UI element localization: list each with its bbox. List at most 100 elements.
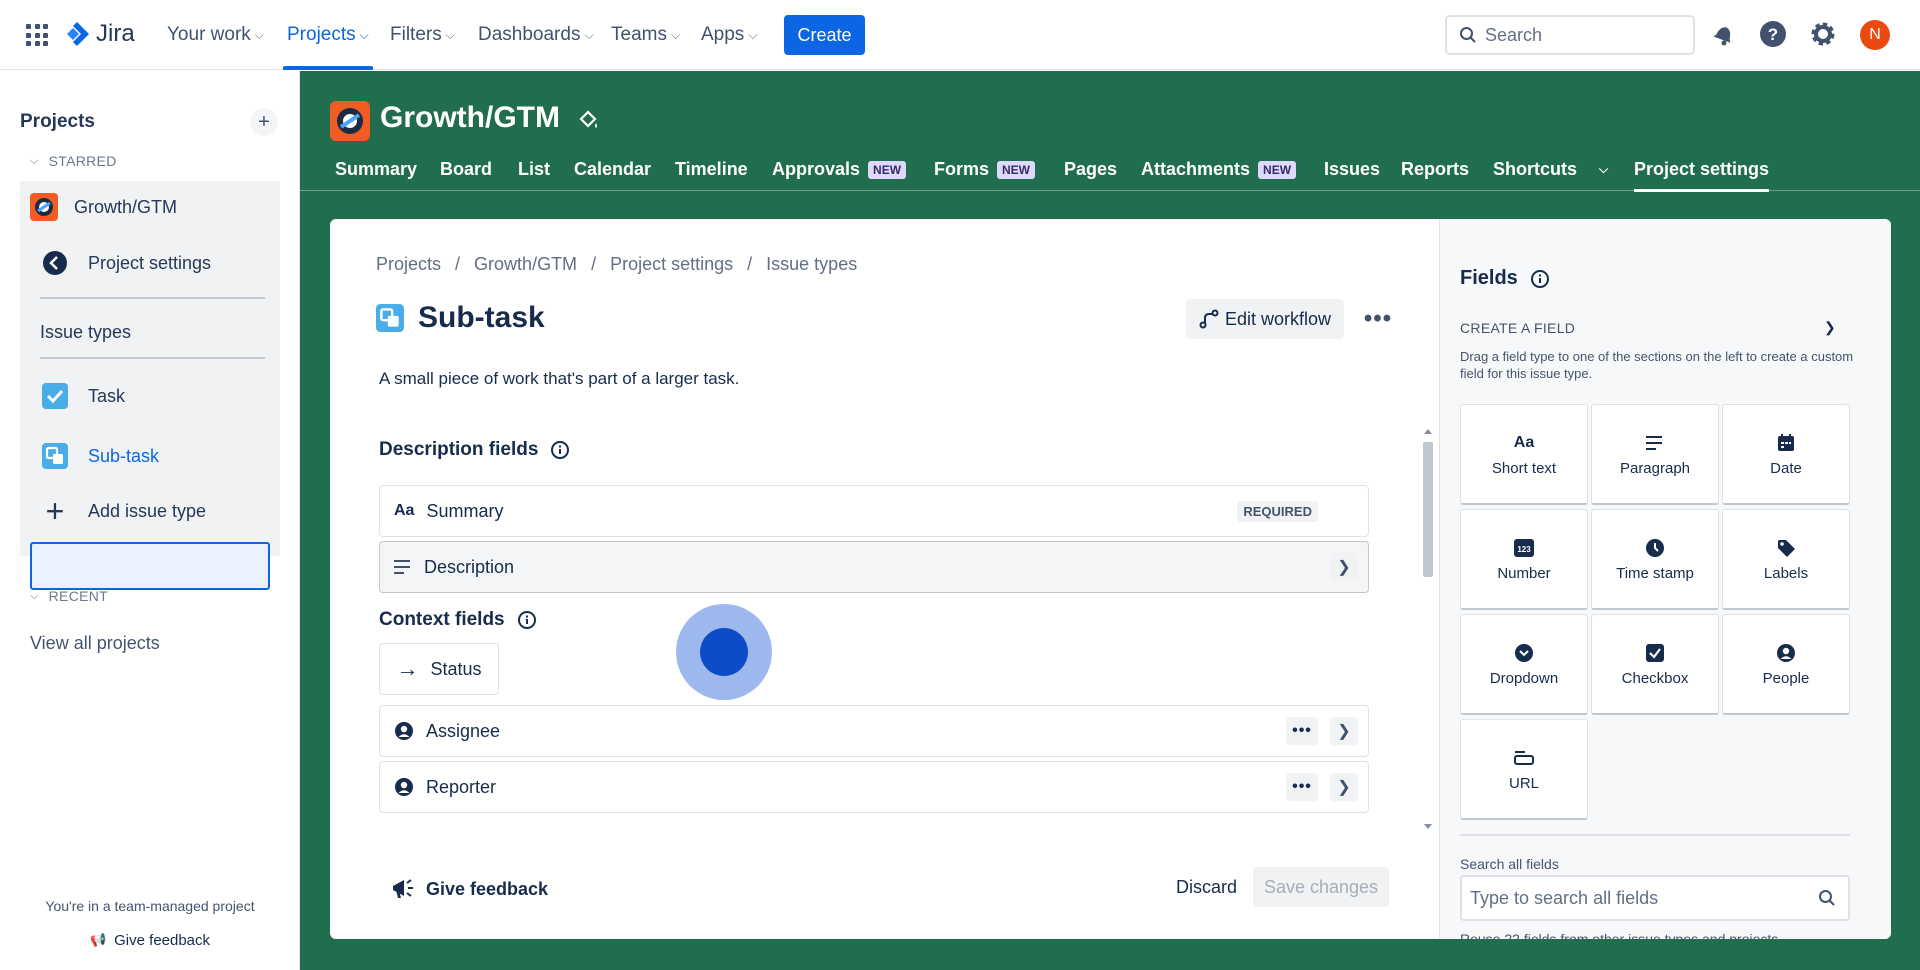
tab-shortcuts[interactable]: Shortcuts ⌵ [1493, 159, 1608, 180]
issue-type-description[interactable]: A small piece of work that's part of a l… [379, 369, 739, 389]
give-feedback-button[interactable]: Give feedback [390, 877, 548, 901]
nav-teams[interactable]: Teams ⌵ [611, 0, 680, 70]
more-actions-button[interactable]: ••• [1358, 299, 1398, 339]
notifications-icon[interactable] [1710, 20, 1738, 48]
field-more-button[interactable]: ••• [1286, 773, 1318, 801]
recent-section-header[interactable]: ⌵ RECENT [30, 588, 108, 604]
field-type-checkbox[interactable]: Checkbox [1591, 614, 1719, 715]
tab-attachments[interactable]: Attachments NEW [1141, 159, 1297, 180]
tab-calendar[interactable]: Calendar [574, 159, 651, 180]
paint-bucket-icon[interactable] [576, 109, 600, 133]
expand-chevron-button[interactable]: ❯ [1330, 717, 1358, 745]
breadcrumb-projects[interactable]: Projects [376, 254, 441, 275]
subtask-icon [376, 304, 404, 332]
breadcrumb-separator: / [455, 254, 461, 274]
sidebar-item-sub-task-content[interactable]: Sub-task [20, 432, 280, 480]
sidebar-item-sub-task[interactable] [30, 542, 270, 590]
nav-filters[interactable]: Filters ⌵ [390, 0, 455, 70]
field-type-short-text[interactable]: Aa Short text [1460, 404, 1588, 505]
breadcrumb-growth-gtm[interactable]: Growth/GTM [474, 254, 577, 275]
add-issue-type-label: Add issue type [88, 500, 207, 521]
nav-projects[interactable]: Projects ⌵ [283, 0, 373, 70]
reuse-fields-text: Reuse 22 fields from other issue types a… [1460, 931, 1779, 939]
tab-summary-label: Summary [335, 159, 418, 179]
field-type-label: Time stamp [1616, 564, 1694, 582]
search-placeholder: Search [1485, 24, 1543, 45]
discard-button[interactable]: Discard [1176, 877, 1237, 898]
field-more-button[interactable]: ••• [1286, 717, 1318, 745]
info-icon[interactable] [1530, 269, 1550, 289]
top-navigation: Jira Your work ⌵ Projects ⌵ Filters ⌵ Dashb… [0, 0, 1920, 70]
add-issue-type-button[interactable]: + Add issue type [20, 487, 280, 535]
field-type-date[interactable]: Date [1722, 404, 1850, 505]
expand-chevron-button[interactable]: ❯ [1330, 553, 1358, 581]
chevron-right-icon: ❯ [1337, 779, 1351, 796]
page-title[interactable]: Sub-task [418, 301, 545, 335]
tab-summary[interactable]: Summary [335, 159, 417, 180]
sidebar-item-task[interactable]: Task [20, 372, 280, 420]
field-status[interactable]: → Status [379, 643, 499, 695]
breadcrumb-project-settings[interactable]: Project settings [610, 254, 733, 275]
sidebar-subtask-label: Sub-task [88, 445, 160, 466]
info-icon[interactable] [550, 440, 570, 460]
tab-reports[interactable]: Reports [1401, 159, 1469, 180]
chevron-down-icon: ⌵ [30, 589, 39, 602]
create-a-field-heading[interactable]: CREATE A FIELD [1460, 320, 1575, 336]
tab-issues[interactable]: Issues [1324, 159, 1380, 180]
sidebar-item-growth-gtm[interactable]: Growth/GTM [20, 189, 280, 225]
expand-chevron-button[interactable]: ❯ [1330, 773, 1358, 801]
save-changes-button[interactable]: Save changes [1253, 867, 1389, 907]
field-type-paragraph[interactable]: Paragraph [1591, 404, 1719, 505]
tab-pages[interactable]: Pages [1064, 159, 1117, 180]
help-icon[interactable]: ? [1759, 20, 1787, 48]
field-type-people[interactable]: People [1722, 614, 1850, 715]
tab-forms-label: Forms [934, 159, 990, 179]
chevron-down-icon: ⌵ [445, 27, 455, 42]
nav-projects-label: Projects [287, 24, 356, 45]
jira-logo[interactable]: Jira [64, 20, 135, 48]
sidebar-give-feedback[interactable]: 📢 Give feedback [0, 932, 300, 949]
give-feedback-label: Give feedback [426, 878, 549, 899]
view-all-projects-link[interactable]: View all projects [30, 633, 160, 654]
nav-dashboards[interactable]: Dashboards ⌵ [478, 0, 594, 70]
sidebar-task-label: Task [88, 385, 126, 406]
search-all-fields-input[interactable]: Type to search all fields [1460, 875, 1850, 921]
tab-forms[interactable]: Forms NEW [934, 159, 1036, 180]
field-type-number[interactable]: 123 Number [1460, 509, 1588, 610]
description-fields-heading: Description fields [379, 439, 570, 461]
field-reporter[interactable]: Reporter ••• ❯ [379, 761, 1369, 813]
search-icon [1460, 27, 1476, 43]
fields-scrollbar[interactable] [1421, 424, 1435, 834]
search-input[interactable]: Search [1445, 15, 1695, 55]
add-project-button[interactable]: + [250, 108, 278, 136]
tab-list[interactable]: List [518, 159, 550, 180]
create-button[interactable]: Create [784, 15, 865, 55]
tab-issues-label: Issues [1324, 159, 1381, 179]
field-description[interactable]: Description ❯ [379, 541, 1369, 593]
gear-icon[interactable] [1809, 20, 1837, 48]
megaphone-icon [393, 879, 413, 898]
nav-apps[interactable]: Apps ⌵ [701, 0, 757, 70]
field-type-dropdown[interactable]: Dropdown [1460, 614, 1588, 715]
breadcrumb-issue-types[interactable]: Issue types [766, 254, 857, 275]
app-switcher-icon[interactable] [26, 24, 48, 46]
field-summary[interactable]: Aa Summary REQUIRED [379, 485, 1369, 537]
chevron-down-icon[interactable]: ❯ [1824, 319, 1836, 336]
nav-your-work[interactable]: Your work ⌵ [167, 0, 264, 70]
starred-section-header[interactable]: ⌵ STARRED [30, 153, 117, 169]
tab-timeline[interactable]: Timeline [675, 159, 748, 180]
tab-approvals[interactable]: Approvals NEW [772, 159, 907, 180]
field-type-label: Dropdown [1489, 669, 1559, 687]
field-type-time-stamp[interactable]: Time stamp [1591, 509, 1719, 610]
tab-board[interactable]: Board [440, 159, 492, 180]
field-type-url[interactable]: URL [1460, 719, 1588, 820]
field-assignee[interactable]: Assignee ••• ❯ [379, 705, 1369, 757]
avatar[interactable]: N [1860, 20, 1890, 50]
fields-scroll-area[interactable]: Description fields Aa Summary REQUIRED D… [330, 419, 1439, 839]
info-icon[interactable] [517, 610, 537, 630]
tab-project-settings[interactable]: Project settings [1634, 159, 1770, 192]
svg-text:?: ? [1768, 25, 1778, 44]
sidebar-item-project-settings[interactable]: Project settings [20, 245, 280, 281]
edit-workflow-button[interactable]: Edit workflow [1186, 299, 1344, 339]
field-type-labels[interactable]: Labels [1722, 509, 1850, 610]
